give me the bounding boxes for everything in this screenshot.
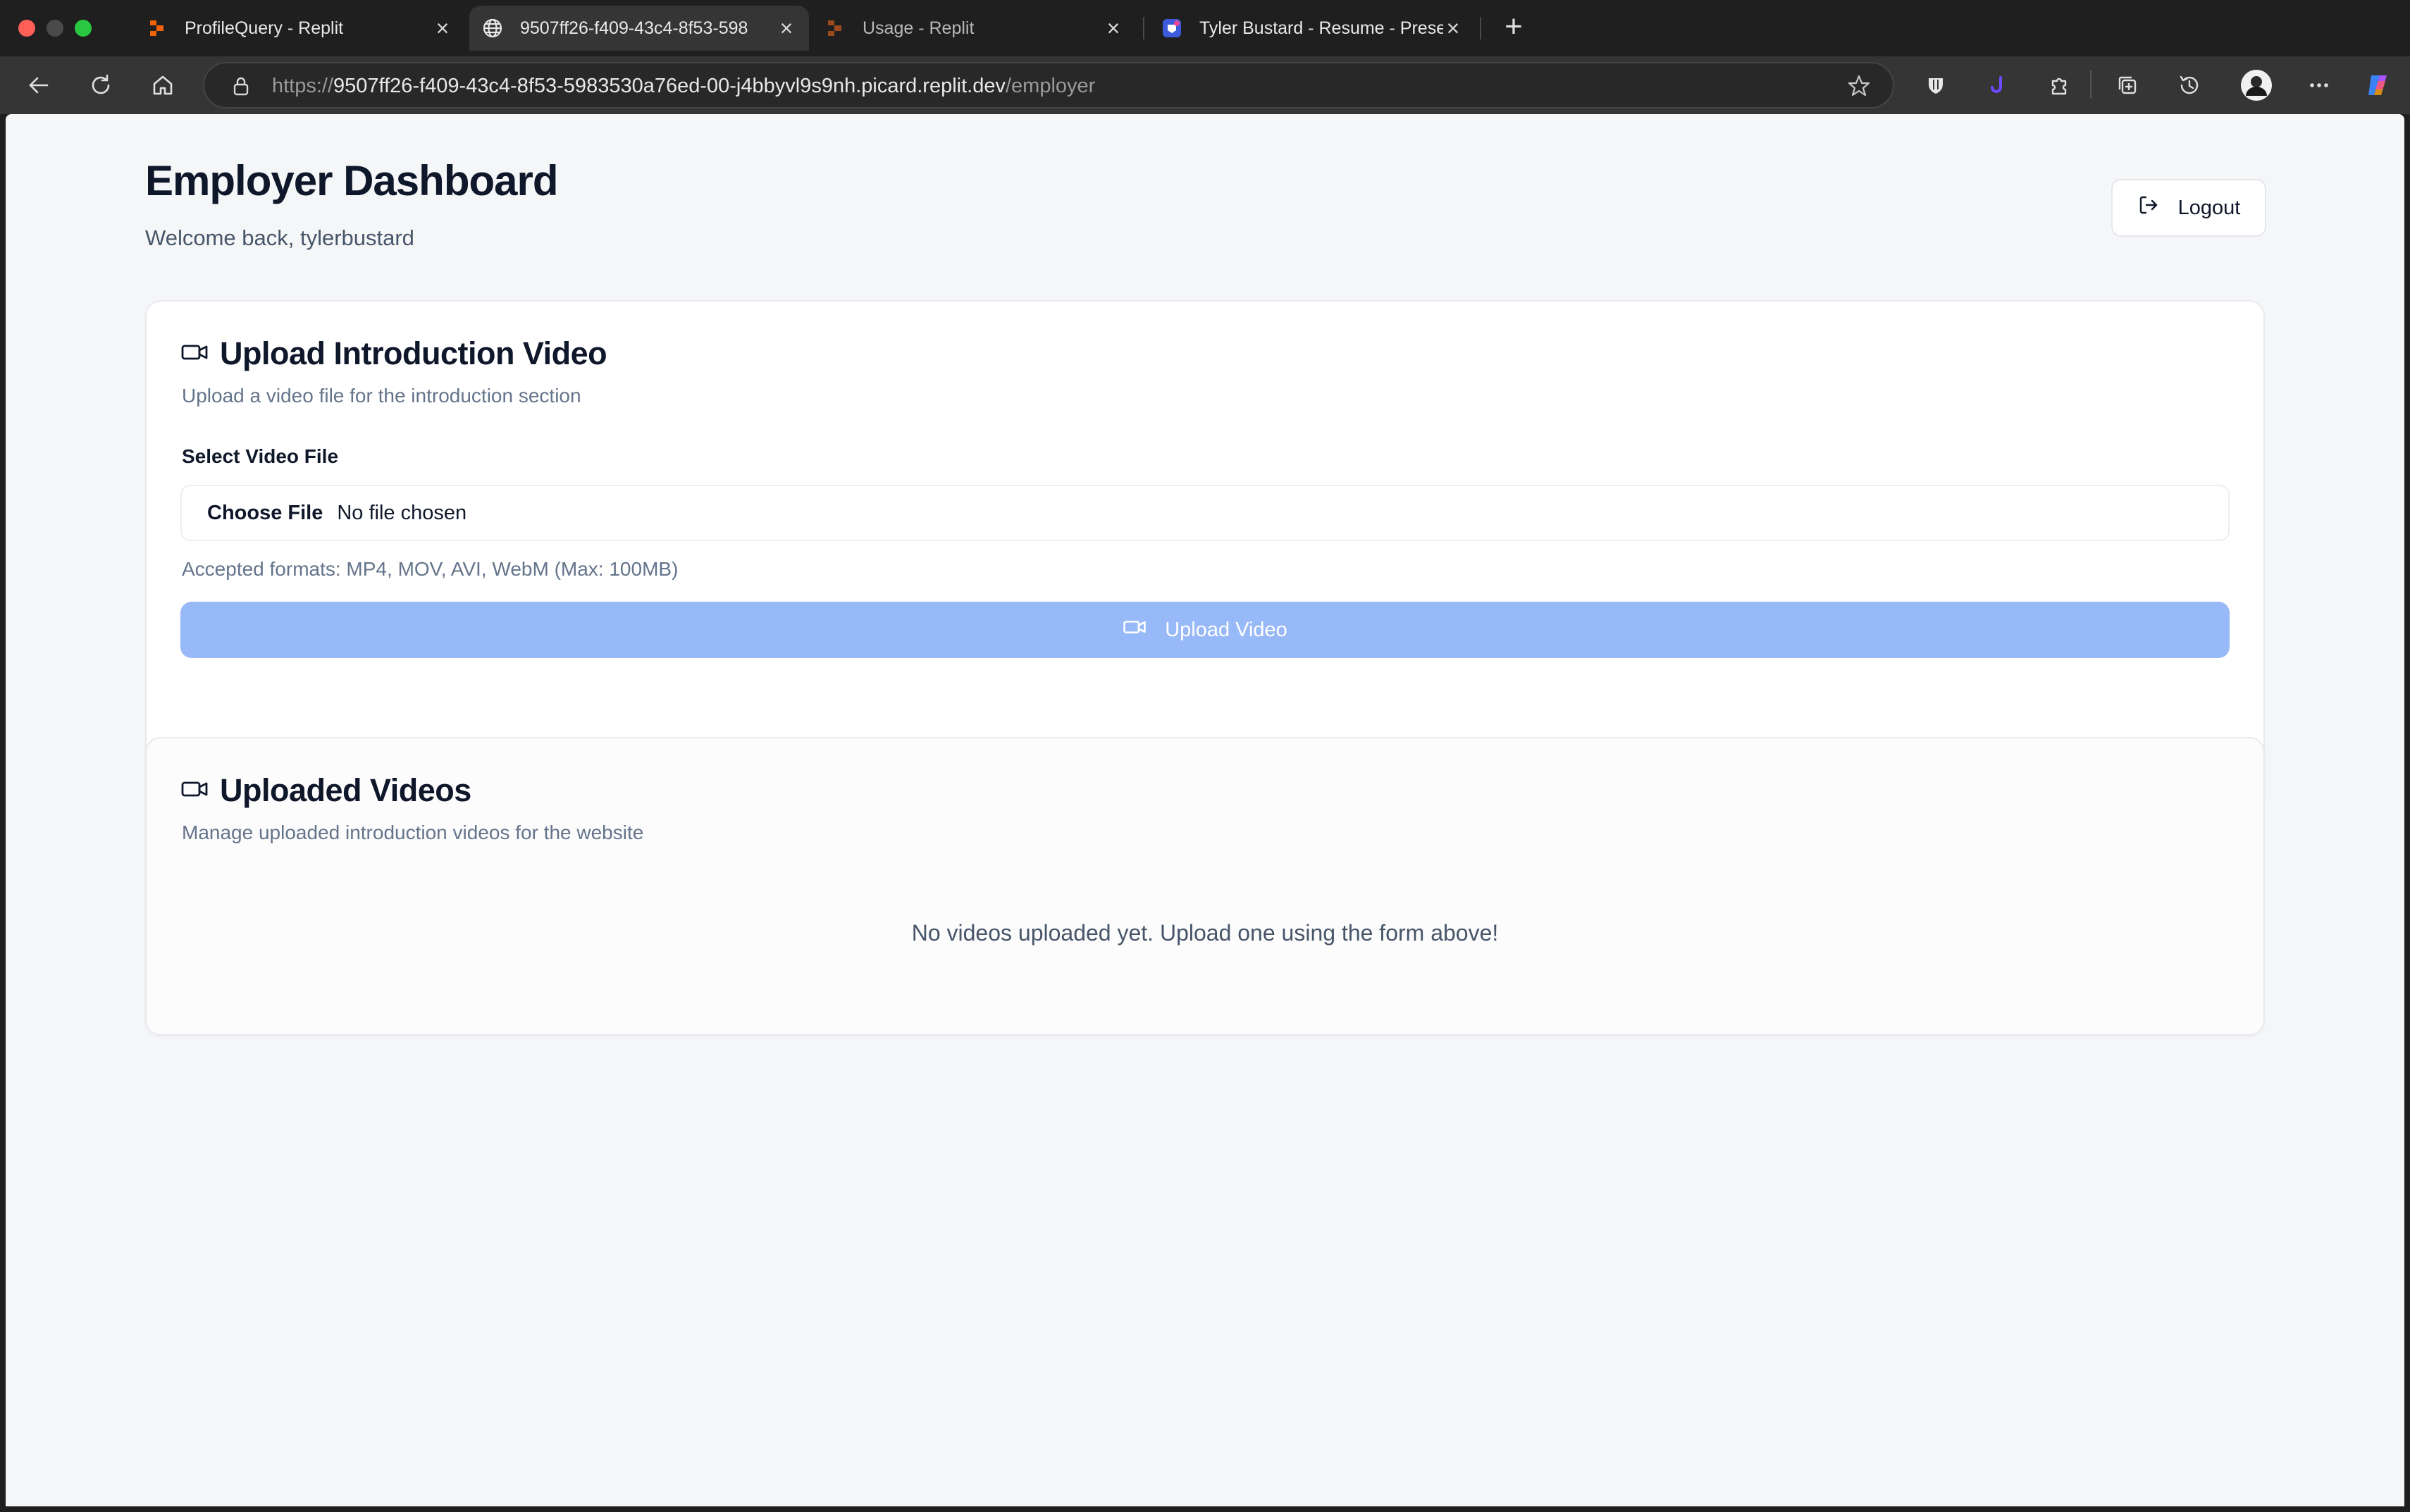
choose-file-button[interactable]: Choose File [207, 502, 323, 525]
tab-separator [1480, 17, 1481, 39]
card-title: Uploaded Videos [220, 772, 471, 808]
lock-icon[interactable] [230, 75, 252, 97]
upload-video-button[interactable]: Upload Video [180, 602, 2230, 658]
reload-icon[interactable] [86, 70, 116, 100]
window-maximize-button[interactable] [75, 20, 92, 37]
video-camera-icon [180, 338, 209, 370]
video-file-input[interactable]: Choose File No file chosen [180, 485, 2230, 541]
home-icon[interactable] [148, 70, 178, 100]
copilot-icon[interactable] [2363, 70, 2393, 100]
tab-title: Tyler Bustard - Resume - Prese [1199, 18, 1443, 38]
shield-extension-icon[interactable] [1921, 70, 1951, 100]
welcome-text: Welcome back, tylerbustard [145, 225, 414, 250]
browser-toolbar: https://9507ff26-f409-43c4-8f53-5983530a… [0, 56, 2410, 114]
close-icon[interactable]: × [1104, 17, 1123, 39]
tab-title: ProfileQuery - Replit [185, 18, 344, 38]
url-text: https://9507ff26-f409-43c4-8f53-5983530a… [272, 75, 1095, 98]
app-icon [1161, 18, 1182, 39]
tab-title: Usage - Replit [863, 18, 975, 38]
window-minimize-button[interactable] [47, 20, 63, 37]
history-icon[interactable] [2175, 70, 2204, 100]
extension-j-icon[interactable] [1983, 70, 2013, 100]
tab-title: 9507ff26-f409-43c4-8f53-598 [520, 18, 748, 38]
tab-profilequery[interactable]: ProfileQuery - Replit × [134, 6, 465, 51]
card-header: Uploaded Videos [180, 772, 471, 809]
replit-icon [824, 18, 846, 39]
video-file-label: Select Video File [182, 445, 339, 467]
upload-video-label: Upload Video [1165, 618, 1287, 641]
tab-resume[interactable]: Tyler Bustard - Resume - Prese × [1149, 6, 1476, 51]
tab-separator [1143, 17, 1144, 39]
more-options-icon[interactable] [2304, 70, 2334, 100]
upload-video-card: Upload Introduction Video Upload a video… [145, 300, 2265, 809]
card-subtitle: Upload a video file for the introduction… [182, 385, 581, 407]
new-tab-button[interactable]: + [1500, 11, 1528, 42]
replit-icon [147, 18, 168, 39]
address-bar[interactable]: https://9507ff26-f409-43c4-8f53-5983530a… [203, 62, 1894, 109]
avatar[interactable] [2239, 68, 2273, 102]
logout-label: Logout [2177, 196, 2241, 219]
close-icon[interactable]: × [777, 17, 796, 39]
toolbar-divider [2090, 70, 2091, 99]
url-path: /employer [1005, 75, 1096, 97]
back-arrow-icon[interactable] [24, 70, 54, 100]
video-camera-icon [1123, 615, 1147, 645]
video-camera-icon [180, 775, 209, 807]
page-content: Employer Dashboard Welcome back, tylerbu… [6, 114, 2404, 1506]
url-scheme: https:// [272, 75, 334, 97]
tab-active-page[interactable]: 9507ff26-f409-43c4-8f53-598 × [469, 6, 809, 51]
card-header: Upload Introduction Video [180, 335, 607, 372]
logout-button[interactable]: Logout [2111, 179, 2266, 237]
uploaded-videos-card: Uploaded Videos Manage uploaded introduc… [145, 737, 2265, 1036]
collections-icon[interactable] [2113, 70, 2142, 100]
globe-icon [482, 18, 503, 39]
puzzle-icon[interactable] [2045, 70, 2075, 100]
star-icon[interactable] [1846, 73, 1872, 99]
file-status: No file chosen [337, 501, 467, 524]
page-title: Employer Dashboard [145, 157, 558, 204]
accepted-formats-hint: Accepted formats: MP4, MOV, AVI, WebM (M… [182, 558, 679, 580]
window-close-button[interactable] [18, 20, 35, 37]
empty-state-message: No videos uploaded yet. Upload one using… [911, 920, 1499, 946]
card-title: Upload Introduction Video [220, 335, 607, 371]
logout-icon [2137, 194, 2160, 222]
card-subtitle: Manage uploaded introduction videos for … [182, 822, 644, 843]
close-icon[interactable]: × [433, 17, 452, 39]
tab-usage[interactable]: Usage - Replit × [812, 6, 1136, 51]
close-icon[interactable]: × [1443, 17, 1463, 39]
url-host: 9507ff26-f409-43c4-8f53-5983530a76ed-00-… [333, 75, 1006, 97]
browser-tab-bar: ProfileQuery - Replit × 9507ff26-f409-43… [0, 0, 2410, 56]
